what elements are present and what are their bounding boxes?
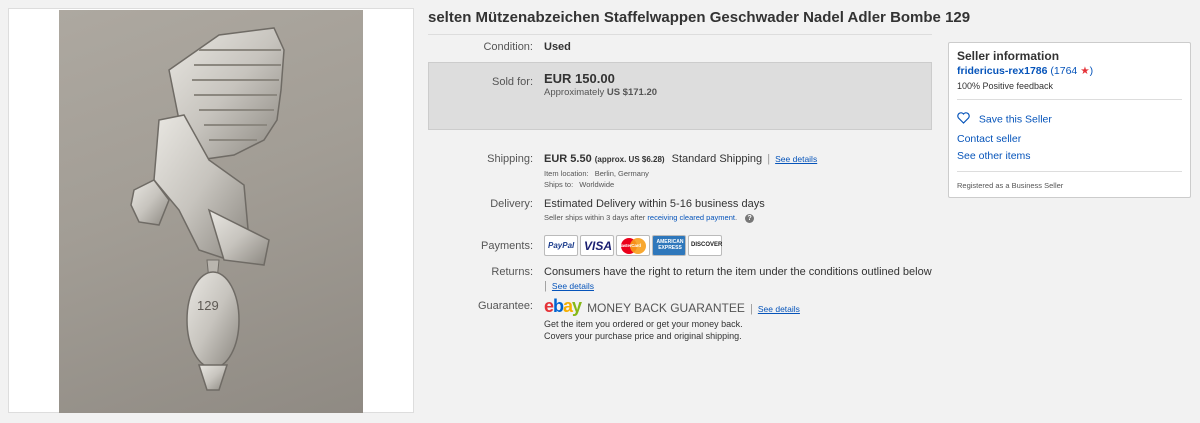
- sold-label: Sold for:: [492, 76, 533, 88]
- seller-feedback: 100% Positive feedback: [957, 81, 1054, 91]
- seller-info-heading: Seller information: [957, 49, 1060, 63]
- shipping-approx: (approx. US $6.28): [594, 155, 665, 164]
- returns-separator: |: [544, 280, 547, 292]
- save-seller-button[interactable]: Save this Seller: [957, 112, 1052, 127]
- shipping-method: Standard Shipping: [671, 153, 763, 165]
- seller-name-line: fridericus-rex1786 (1764 ★): [957, 65, 1093, 77]
- guarantee-separator: |: [749, 303, 753, 315]
- paypal-text: PayPal: [548, 241, 575, 250]
- seller-info-panel: Seller information fridericus-rex1786 (1…: [948, 42, 1191, 198]
- returns-details: | See details: [544, 280, 594, 292]
- returns-text: Consumers have the right to return the i…: [544, 266, 932, 278]
- see-other-items-link[interactable]: See other items: [957, 150, 1031, 162]
- guarantee-line1: Get the item you ordered or get your mon…: [544, 319, 743, 329]
- condition-value: Used: [544, 41, 571, 53]
- money-back-guarantee-title: MONEY BACK GUARANTEE: [587, 301, 745, 315]
- title-divider: [428, 34, 932, 35]
- cleared-payment-link[interactable]: receiving cleared payment: [647, 213, 735, 222]
- bomb-engraving: 129: [197, 298, 219, 313]
- shipping-cost: EUR 5.50: [544, 153, 592, 165]
- item-location: Item location: Berlin, Germany: [544, 169, 649, 178]
- seller-name-link[interactable]: fridericus-rex1786: [957, 65, 1047, 77]
- mastercard-text: MasterCard: [618, 243, 641, 248]
- save-seller-label: Save this Seller: [978, 113, 1052, 126]
- guarantee-label: Guarantee:: [477, 300, 533, 312]
- heart-icon: [957, 112, 970, 127]
- sold-price: EUR 150.00: [544, 71, 615, 86]
- sold-approx-value: US $171.20: [606, 87, 658, 98]
- visa-logo: VISA: [580, 235, 614, 256]
- star-icon: ★: [1080, 65, 1090, 77]
- shipping-see-details-link[interactable]: See details: [775, 154, 817, 164]
- seller-divider-bottom: [957, 171, 1182, 172]
- guarantee-see-details-link[interactable]: See details: [758, 304, 800, 314]
- ships-to-label: Ships to:: [544, 180, 574, 189]
- question-icon[interactable]: ?: [745, 214, 755, 223]
- delivery-note-prefix: Seller ships within 3 days after: [544, 213, 646, 222]
- delivery-estimate: Estimated Delivery within 5-16 business …: [544, 198, 765, 210]
- seller-divider-top: [957, 99, 1182, 100]
- contact-seller-link[interactable]: Contact seller: [957, 133, 1021, 145]
- listing-title: selten Mützenabzeichen Staffelwappen Ges…: [428, 9, 971, 26]
- discover-logo: DISCOVER: [688, 235, 722, 256]
- sold-approx-prefix: Approximately: [544, 87, 605, 98]
- seller-score[interactable]: (1764 ★): [1050, 65, 1093, 77]
- ships-to-value: Worldwide: [579, 180, 615, 189]
- visa-text: VISA: [584, 239, 613, 253]
- paypal-logo: PayPal: [544, 235, 578, 256]
- sold-price-box: [428, 62, 932, 130]
- shipping-line: EUR 5.50 (approx. US $6.28) Standard Shi…: [544, 153, 817, 165]
- condition-label: Condition:: [483, 41, 533, 53]
- eagle-badge-image: 129: [130, 27, 285, 391]
- shipping-separator: |: [767, 153, 771, 165]
- sold-approx: Approximately US $171.20: [544, 87, 657, 98]
- shipping-label: Shipping:: [487, 153, 533, 165]
- discover-text: DISCOVER: [691, 242, 723, 248]
- seller-score-value: 1764: [1053, 65, 1078, 77]
- mastercard-logo: MasterCard: [616, 235, 650, 256]
- business-seller-note: Registered as a Business Seller: [957, 181, 1064, 190]
- delivery-label: Delivery:: [490, 198, 533, 210]
- ships-to: Ships to: Worldwide: [544, 180, 614, 189]
- guarantee-line: ebay MONEY BACK GUARANTEE | See details: [544, 296, 800, 317]
- payments-label: Payments:: [481, 240, 533, 252]
- delivery-note-suffix: .: [734, 213, 738, 222]
- guarantee-line2: Covers your purchase price and original …: [544, 331, 742, 341]
- returns-label: Returns:: [491, 266, 533, 278]
- delivery-note: Seller ships within 3 days after receivi…: [544, 213, 755, 223]
- item-location-value: Berlin, Germany: [594, 169, 649, 178]
- item-location-label: Item location:: [544, 169, 589, 178]
- amex-text: AMERICAN EXPRESS: [656, 239, 684, 251]
- amex-logo: AMERICAN EXPRESS: [652, 235, 686, 256]
- ebay-logo: ebay: [544, 296, 582, 316]
- returns-see-details-link[interactable]: See details: [552, 281, 594, 291]
- product-photo[interactable]: 129: [59, 10, 363, 413]
- product-image-frame[interactable]: 129: [8, 8, 414, 413]
